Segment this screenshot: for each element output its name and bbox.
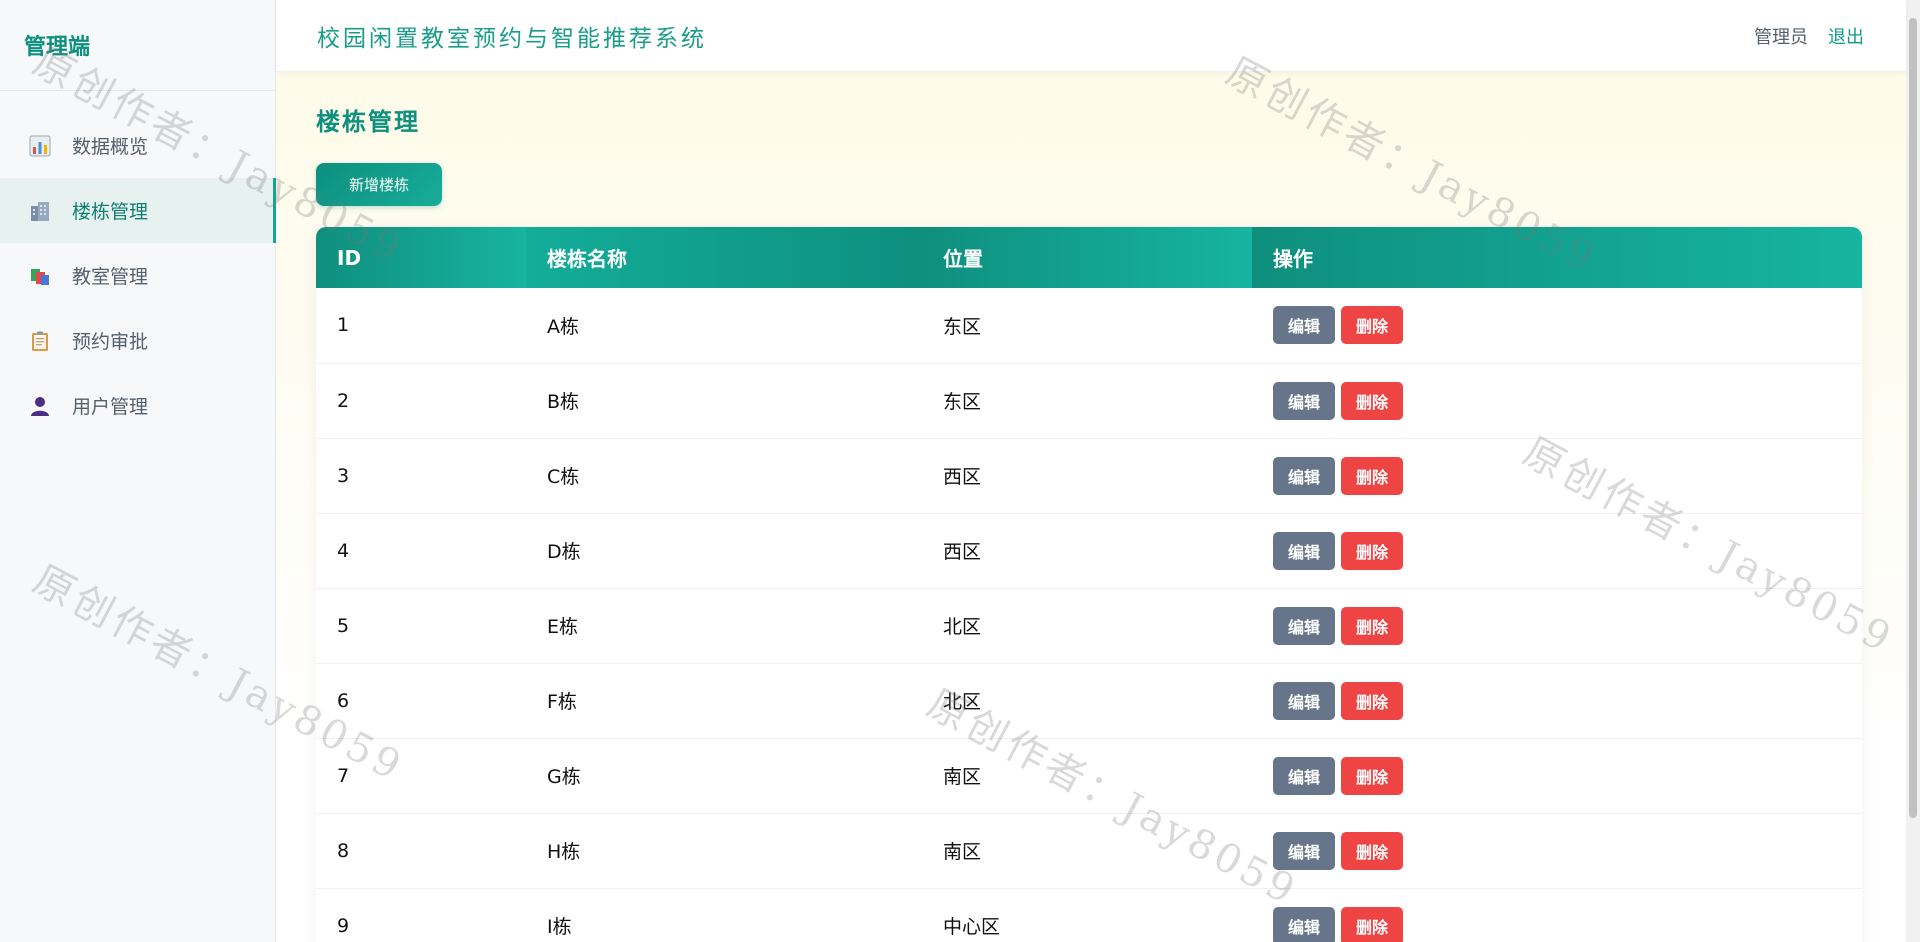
cell-id: 8 bbox=[316, 813, 526, 889]
add-building-button[interactable]: 新增楼栋 bbox=[316, 163, 442, 206]
cell-actions: 编辑 删除 bbox=[1252, 813, 1862, 889]
building-icon bbox=[28, 199, 52, 223]
cell-location: 中心区 bbox=[922, 888, 1252, 942]
delete-button[interactable]: 删除 bbox=[1341, 756, 1403, 795]
cell-actions: 编辑 删除 bbox=[1252, 438, 1862, 514]
sidebar-item-label: 预约审批 bbox=[72, 331, 149, 353]
edit-button[interactable]: 编辑 bbox=[1273, 381, 1335, 420]
sidebar-item-label: 楼栋管理 bbox=[72, 201, 149, 223]
cell-location: 东区 bbox=[922, 363, 1252, 439]
column-header-location: 位置 bbox=[922, 227, 1252, 288]
cell-actions: 编辑 删除 bbox=[1252, 588, 1862, 664]
system-title: 校园闲置教室预约与智能推荐系统 bbox=[317, 25, 707, 52]
edit-button[interactable]: 编辑 bbox=[1273, 606, 1335, 645]
delete-button[interactable]: 删除 bbox=[1341, 381, 1403, 420]
page-title: 楼栋管理 bbox=[316, 107, 420, 136]
buildings-table: ID 楼栋名称 位置 操作 1 A栋 东区 编辑 删除 2 B栋 东区 编辑 删除 3 C栋 西区 编辑删… bbox=[316, 227, 1862, 942]
edit-button[interactable]: 编辑 bbox=[1273, 306, 1335, 345]
sidebar: 管理端 数据概览 楼栋管理 教室管理 预约审批 用户管理 bbox=[0, 0, 276, 942]
sidebar-item-classrooms[interactable]: 教室管理 bbox=[0, 243, 275, 308]
logout-link[interactable]: 退出 bbox=[1828, 23, 1864, 49]
cell-id: 3 bbox=[316, 438, 526, 514]
cell-name: C栋 bbox=[526, 438, 922, 514]
cell-location: 东区 bbox=[922, 288, 1252, 364]
cell-location: 北区 bbox=[922, 588, 1252, 664]
delete-button[interactable]: 删除 bbox=[1341, 681, 1403, 720]
header-user-area: 管理员 退出 bbox=[1754, 23, 1864, 49]
edit-button[interactable]: 编辑 bbox=[1273, 906, 1335, 942]
table-row: 2 B栋 东区 编辑 删除 bbox=[316, 363, 1862, 439]
cell-name: E栋 bbox=[526, 588, 922, 664]
sidebar-item-overview[interactable]: 数据概览 bbox=[0, 113, 275, 178]
table-header-row: ID 楼栋名称 位置 操作 bbox=[316, 227, 1862, 288]
delete-button[interactable]: 删除 bbox=[1341, 456, 1403, 495]
cell-actions: 编辑 删除 bbox=[1252, 363, 1862, 439]
user-icon bbox=[28, 394, 52, 418]
edit-button[interactable]: 编辑 bbox=[1273, 531, 1335, 570]
edit-button[interactable]: 编辑 bbox=[1273, 756, 1335, 795]
edit-button[interactable]: 编辑 bbox=[1273, 681, 1335, 720]
delete-button[interactable]: 删除 bbox=[1341, 606, 1403, 645]
column-header-actions: 操作 bbox=[1252, 227, 1862, 288]
page-scrollbar[interactable] bbox=[1906, 0, 1920, 942]
delete-button[interactable]: 删除 bbox=[1341, 906, 1403, 942]
cell-location: 南区 bbox=[922, 813, 1252, 889]
scrollbar-thumb[interactable] bbox=[1909, 18, 1917, 818]
cell-actions: 编辑 删除 bbox=[1252, 738, 1862, 814]
sidebar-nav: 数据概览 楼栋管理 教室管理 预约审批 用户管理 bbox=[0, 91, 276, 438]
cell-actions: 编辑 删除 bbox=[1252, 288, 1862, 364]
edit-button[interactable]: 编辑 bbox=[1273, 456, 1335, 495]
cell-actions: 编辑 删除 bbox=[1252, 663, 1862, 739]
sidebar-item-users[interactable]: 用户管理 bbox=[0, 373, 275, 438]
cell-name: B栋 bbox=[526, 363, 922, 439]
cell-id: 5 bbox=[316, 588, 526, 664]
cell-location: 西区 bbox=[922, 513, 1252, 589]
sidebar-brand: 管理端 bbox=[0, 0, 275, 91]
table-row: 3 C栋 西区 编辑 删除 bbox=[316, 438, 1862, 514]
table-row: 4 D栋 西区 编辑 删除 bbox=[316, 513, 1862, 589]
table-row: 6 F栋 北区 编辑 删除 bbox=[316, 663, 1862, 739]
table-row: 9 I栋 中心区 编辑 删除 bbox=[316, 888, 1862, 942]
sidebar-item-label: 数据概览 bbox=[72, 136, 149, 158]
main-content: 楼栋管理 新增楼栋 ID 楼栋名称 位置 操作 1 A栋 东区 编辑 删除 2 B栋 东区 编辑… bbox=[276, 72, 1906, 942]
delete-button[interactable]: 删除 bbox=[1341, 831, 1403, 870]
cell-name: H栋 bbox=[526, 813, 922, 889]
cell-id: 7 bbox=[316, 738, 526, 814]
edit-button[interactable]: 编辑 bbox=[1273, 831, 1335, 870]
table-row: 8 H栋 南区 编辑 删除 bbox=[316, 813, 1862, 889]
cell-name: D栋 bbox=[526, 513, 922, 589]
delete-button[interactable]: 删除 bbox=[1341, 306, 1403, 345]
table-row: 7 G栋 南区 编辑 删除 bbox=[316, 738, 1862, 814]
cell-id: 6 bbox=[316, 663, 526, 739]
cell-id: 4 bbox=[316, 513, 526, 589]
cell-id: 1 bbox=[316, 288, 526, 364]
sidebar-item-approval[interactable]: 预约审批 bbox=[0, 308, 275, 373]
sidebar-item-label: 教室管理 bbox=[72, 266, 149, 288]
sidebar-item-label: 用户管理 bbox=[72, 396, 149, 418]
books-icon bbox=[28, 264, 52, 288]
admin-label: 管理员 bbox=[1754, 26, 1808, 48]
column-header-name: 楼栋名称 bbox=[526, 227, 922, 288]
cell-id: 2 bbox=[316, 363, 526, 439]
sidebar-item-buildings[interactable]: 楼栋管理 bbox=[0, 178, 276, 243]
cell-actions: 编辑 删除 bbox=[1252, 513, 1862, 589]
clipboard-icon bbox=[28, 329, 52, 353]
cell-location: 北区 bbox=[922, 663, 1252, 739]
cell-name: G栋 bbox=[526, 738, 922, 814]
table-row: 1 A栋 东区 编辑 删除 bbox=[316, 288, 1862, 364]
column-header-id: ID bbox=[316, 227, 526, 288]
cell-name: F栋 bbox=[526, 663, 922, 739]
cell-location: 南区 bbox=[922, 738, 1252, 814]
cell-name: A栋 bbox=[526, 288, 922, 364]
cell-name: I栋 bbox=[526, 888, 922, 942]
bar-chart-icon bbox=[28, 134, 52, 158]
top-header: 校园闲置教室预约与智能推荐系统 管理员 退出 bbox=[276, 0, 1906, 72]
cell-location: 西区 bbox=[922, 438, 1252, 514]
cell-actions: 编辑 删除 bbox=[1252, 888, 1862, 942]
table-row: 5 E栋 北区 编辑 删除 bbox=[316, 588, 1862, 664]
cell-id: 9 bbox=[316, 888, 526, 942]
delete-button[interactable]: 删除 bbox=[1341, 531, 1403, 570]
